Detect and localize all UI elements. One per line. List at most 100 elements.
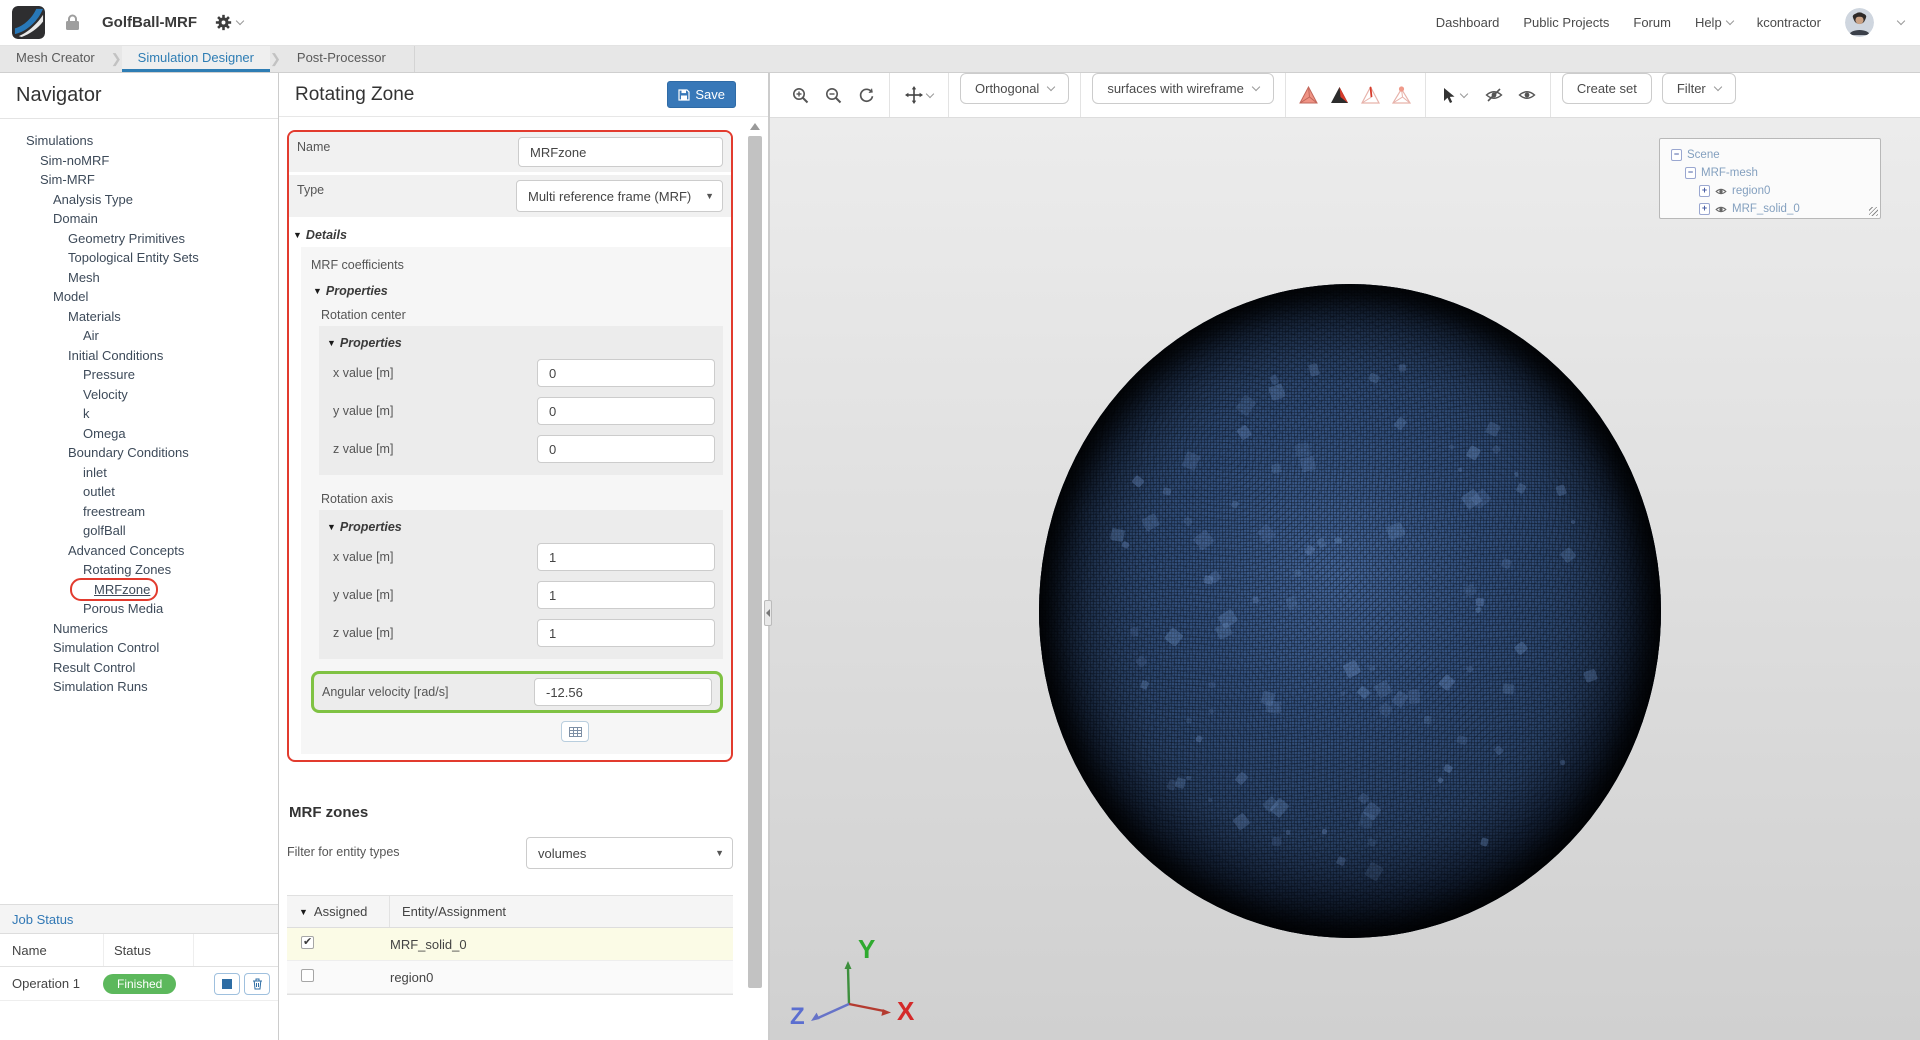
minus-expander-icon[interactable] bbox=[48, 308, 64, 324]
panel-splitter-handle[interactable] bbox=[764, 600, 772, 626]
details-toggle[interactable]: ▼ Details bbox=[289, 220, 731, 247]
assignment-row[interactable]: MRF_solid_0 bbox=[287, 928, 733, 961]
tree-item-golfball[interactable]: golfBall bbox=[0, 521, 276, 541]
tree-item-air[interactable]: Air bbox=[0, 326, 276, 346]
golf-ball-mesh[interactable] bbox=[1039, 284, 1661, 938]
tree-item-pressure[interactable]: Pressure bbox=[0, 365, 276, 385]
tree-item-rotating-zones[interactable]: Rotating Zones bbox=[0, 560, 276, 580]
properties-toggle[interactable]: ▼ Properties bbox=[323, 328, 717, 355]
rotation-center-x-input[interactable] bbox=[537, 359, 715, 387]
rotation-axis-z-input[interactable] bbox=[537, 619, 715, 647]
properties-toggle[interactable]: ▼ Properties bbox=[323, 512, 717, 539]
delete-job-button[interactable] bbox=[244, 973, 270, 995]
tree-item-simulations[interactable]: Simulations bbox=[0, 131, 276, 151]
minus-expander-icon[interactable] bbox=[6, 133, 22, 149]
assignment-row[interactable]: region0 bbox=[287, 961, 733, 994]
tree-item-domain[interactable]: Domain bbox=[0, 209, 276, 229]
viewport-canvas[interactable]: Scene MRF-mesh region0 MRF_solid_0 bbox=[770, 118, 1920, 1040]
tree-item-mesh[interactable]: Mesh bbox=[0, 268, 276, 288]
filter-button[interactable]: Filter bbox=[1662, 73, 1736, 104]
scroll-up-arrow-icon[interactable] bbox=[750, 123, 760, 130]
minus-expander-icon[interactable] bbox=[63, 562, 79, 578]
show-all-button[interactable] bbox=[1515, 83, 1539, 107]
tree-item-result-control[interactable]: Result Control bbox=[0, 658, 276, 678]
assignment-checkbox[interactable] bbox=[301, 936, 314, 949]
plus-expander-icon[interactable] bbox=[20, 152, 36, 168]
rotation-axis-x-input[interactable] bbox=[537, 543, 715, 571]
minus-expander-icon[interactable] bbox=[1685, 168, 1696, 179]
tree-item-velocity[interactable]: Velocity bbox=[0, 385, 276, 405]
minus-expander-icon[interactable] bbox=[1671, 150, 1682, 161]
scene-tree-item-mrf-solid-0[interactable]: MRF_solid_0 bbox=[1669, 200, 1880, 218]
nav-dashboard-link[interactable]: Dashboard bbox=[1436, 15, 1500, 30]
scene-tree-panel[interactable]: Scene MRF-mesh region0 MRF_solid_0 bbox=[1659, 138, 1881, 219]
minus-expander-icon[interactable] bbox=[48, 347, 64, 363]
tree-item-numerics[interactable]: Numerics bbox=[0, 619, 276, 639]
properties-toggle[interactable]: ▼ Properties bbox=[309, 276, 723, 303]
rotation-center-y-input[interactable] bbox=[537, 397, 715, 425]
type-select[interactable]: Multi reference frame (MRF) ▼ bbox=[516, 180, 723, 212]
nav-public-projects-link[interactable]: Public Projects bbox=[1523, 15, 1609, 30]
name-input[interactable] bbox=[518, 137, 723, 167]
select-vertex-button[interactable] bbox=[1390, 83, 1414, 107]
tree-item-sim-nomrf[interactable]: Sim-noMRF bbox=[0, 151, 276, 171]
tree-item-geometry-primitives[interactable]: Geometry Primitives bbox=[0, 229, 276, 249]
minus-expander-icon[interactable] bbox=[48, 542, 64, 558]
eye-icon[interactable] bbox=[1715, 205, 1727, 214]
angular-velocity-input[interactable] bbox=[534, 678, 712, 706]
nav-forum-link[interactable]: Forum bbox=[1633, 15, 1671, 30]
assignment-checkbox[interactable] bbox=[301, 969, 314, 982]
tree-item-analysis-type[interactable]: Analysis Type bbox=[0, 190, 276, 210]
tree-item-outlet[interactable]: outlet bbox=[0, 482, 276, 502]
nav-help-menu[interactable]: Help bbox=[1695, 15, 1733, 30]
sort-arrow-icon[interactable]: ▼ bbox=[299, 907, 308, 917]
select-volume-button[interactable] bbox=[1297, 83, 1321, 107]
tree-item-materials[interactable]: Materials bbox=[0, 307, 276, 327]
minus-expander-icon[interactable] bbox=[20, 172, 36, 188]
projection-select[interactable]: Orthogonal bbox=[960, 73, 1069, 104]
tab-post-processor[interactable]: Post-Processor bbox=[281, 46, 402, 72]
hide-selection-button[interactable] bbox=[1482, 83, 1506, 107]
minus-expander-icon[interactable] bbox=[48, 445, 64, 461]
tree-item-initial-conditions[interactable]: Initial Conditions bbox=[0, 346, 276, 366]
tree-item-mrfzone[interactable]: MRFzone bbox=[0, 580, 276, 600]
table-input-button[interactable] bbox=[561, 721, 589, 742]
reset-view-button[interactable] bbox=[854, 83, 878, 107]
scene-tree-item-scene[interactable]: Scene bbox=[1669, 146, 1880, 164]
plus-expander-icon[interactable] bbox=[1699, 204, 1710, 215]
scrollbar-thumb[interactable] bbox=[748, 136, 762, 988]
render-mode-select[interactable]: surfaces with wireframe bbox=[1092, 73, 1274, 104]
rotation-center-z-input[interactable] bbox=[537, 435, 715, 463]
project-settings-button[interactable] bbox=[215, 14, 243, 31]
tree-item-sim-mrf[interactable]: Sim-MRF bbox=[0, 170, 276, 190]
minus-check-icon[interactable] bbox=[33, 289, 49, 305]
tree-item-topological-entity-sets[interactable]: Topological Entity Sets bbox=[0, 248, 276, 268]
username-label[interactable]: kcontractor bbox=[1757, 15, 1821, 30]
select-edge-button[interactable] bbox=[1359, 83, 1383, 107]
minus-expander-icon[interactable] bbox=[33, 211, 49, 227]
avatar[interactable] bbox=[1845, 8, 1874, 37]
tab-simulation-designer[interactable]: Simulation Designer bbox=[122, 46, 270, 72]
tree-item-advanced-concepts[interactable]: Advanced Concepts bbox=[0, 541, 276, 561]
plus-expander-icon[interactable] bbox=[33, 659, 49, 675]
tree-item-freestream[interactable]: freestream bbox=[0, 502, 276, 522]
tree-item-simulation-control[interactable]: Simulation Control bbox=[0, 638, 276, 658]
app-logo-icon[interactable] bbox=[12, 6, 45, 39]
pan-mode-button[interactable] bbox=[901, 83, 937, 107]
panel-resize-handle[interactable] bbox=[1869, 207, 1878, 216]
eye-icon[interactable] bbox=[1715, 187, 1727, 196]
form-scrollbar[interactable] bbox=[748, 123, 762, 1040]
zoom-out-button[interactable] bbox=[821, 83, 845, 107]
tree-item-model[interactable]: Model bbox=[0, 287, 276, 307]
stop-job-button[interactable] bbox=[214, 973, 240, 995]
selection-mode-button[interactable] bbox=[1437, 83, 1473, 107]
save-button[interactable]: Save bbox=[667, 81, 736, 108]
tab-mesh-creator[interactable]: Mesh Creator bbox=[0, 46, 111, 72]
plus-expander-icon[interactable] bbox=[1699, 186, 1710, 197]
select-face-button[interactable] bbox=[1328, 83, 1352, 107]
rotation-axis-y-input[interactable] bbox=[537, 581, 715, 609]
scene-tree-item-region0[interactable]: region0 bbox=[1669, 182, 1880, 200]
zoom-in-button[interactable] bbox=[788, 83, 812, 107]
tree-item-porous-media[interactable]: Porous Media bbox=[0, 599, 276, 619]
tree-item-omega[interactable]: Omega bbox=[0, 424, 276, 444]
